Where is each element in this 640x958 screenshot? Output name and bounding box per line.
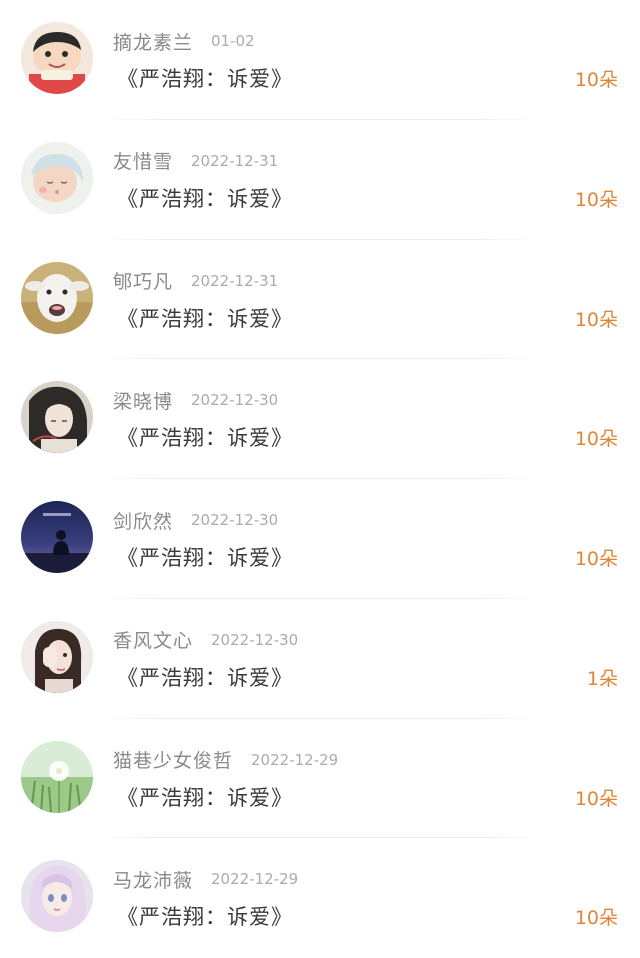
- item-meta: 剑欣然 2022-12-30: [113, 507, 278, 533]
- crayon-shinchan-avatar-icon[interactable]: [21, 22, 93, 94]
- user-name[interactable]: 郇巧凡: [113, 267, 173, 294]
- flower-count: 10朵: [574, 548, 618, 570]
- girl-portrait-avatar-icon[interactable]: [21, 620, 93, 693]
- flower-count: 10朵: [574, 308, 618, 331]
- item-meta: 香风文心 2022-12-30: [113, 627, 298, 653]
- list-item[interactable]: 友惜雪 2022-12-31 《严浩翔：诉爱》 10朵: [0, 120, 640, 240]
- user-name[interactable]: 香风文心: [113, 626, 193, 653]
- user-name[interactable]: 剑欣然: [113, 507, 173, 534]
- flower-count: 1朵: [586, 667, 618, 690]
- flower-count: 10朵: [574, 428, 618, 451]
- flower-count: 10朵: [574, 69, 618, 91]
- dandelion-avatar-icon[interactable]: [21, 740, 93, 813]
- gift-title: 《严浩翔：诉爱》: [117, 426, 293, 451]
- list-item[interactable]: 猫巷少女俊哲 2022-12-29 《严浩翔：诉爱》 10朵: [0, 719, 640, 839]
- item-meta: 梁晓博 2022-12-30: [113, 387, 278, 413]
- user-name[interactable]: 摘龙素兰: [113, 28, 193, 55]
- gift-record-list: 摘龙素兰 01-02 《严浩翔：诉爱》 10朵 友惜雪 2022-12-31 《…: [0, 0, 640, 958]
- record-date: 2022-12-30: [191, 391, 279, 410]
- item-meta: 马龙沛薇 2022-12-29: [113, 866, 298, 892]
- user-name[interactable]: 友惜雪: [113, 147, 173, 174]
- record-date: 2022-12-31: [191, 271, 279, 290]
- baby-avatar-icon[interactable]: [21, 141, 93, 214]
- flower-count: 10朵: [574, 787, 618, 810]
- gift-title: 《严浩翔：诉爱》: [117, 665, 293, 690]
- gift-title: 《严浩翔：诉爱》: [117, 546, 293, 570]
- flower-count: 10朵: [574, 907, 618, 930]
- user-name[interactable]: 梁晓博: [113, 387, 173, 414]
- item-meta: 摘龙素兰 01-02: [113, 28, 255, 54]
- gift-title: 《严浩翔：诉爱》: [117, 306, 293, 331]
- record-date: 2022-12-29: [211, 870, 299, 889]
- record-date: 2022-12-30: [211, 630, 299, 649]
- user-name[interactable]: 马龙沛薇: [113, 866, 193, 893]
- user-name[interactable]: 猫巷少女俊哲: [113, 746, 233, 773]
- flower-count: 10朵: [574, 188, 618, 211]
- record-date: 2022-12-31: [191, 151, 279, 170]
- gift-title: 《严浩翔：诉爱》: [117, 186, 293, 211]
- list-item[interactable]: 梁晓博 2022-12-30 《严浩翔：诉爱》 10朵: [0, 359, 640, 479]
- list-item[interactable]: 剑欣然 2022-12-30 《严浩翔：诉爱》 10朵: [0, 479, 640, 599]
- gift-title: 《严浩翔：诉爱》: [117, 905, 293, 930]
- gift-title: 《严浩翔：诉爱》: [117, 785, 293, 810]
- list-item[interactable]: 郇巧凡 2022-12-31 《严浩翔：诉爱》 10朵: [0, 240, 640, 360]
- night-silhouette-avatar-icon[interactable]: [21, 501, 93, 573]
- gift-title: 《严浩翔：诉爱》: [117, 67, 293, 91]
- goat-avatar-icon[interactable]: [21, 261, 93, 334]
- item-meta: 友惜雪 2022-12-31: [113, 148, 278, 174]
- record-date: 01-02: [211, 32, 255, 50]
- anime-girl-avatar-icon[interactable]: [21, 860, 93, 933]
- list-item[interactable]: 马龙沛薇 2022-12-29 《严浩翔：诉爱》 10朵: [0, 838, 640, 958]
- item-meta: 猫巷少女俊哲 2022-12-29: [113, 747, 338, 773]
- list-item[interactable]: 香风文心 2022-12-30 《严浩翔：诉爱》 1朵: [0, 599, 640, 719]
- list-item[interactable]: 摘龙素兰 01-02 《严浩翔：诉爱》 10朵: [0, 0, 640, 120]
- record-date: 2022-12-29: [251, 750, 339, 769]
- record-date: 2022-12-30: [191, 511, 279, 529]
- anime-character-avatar-icon[interactable]: [21, 381, 93, 454]
- item-meta: 郇巧凡 2022-12-31: [113, 268, 278, 294]
